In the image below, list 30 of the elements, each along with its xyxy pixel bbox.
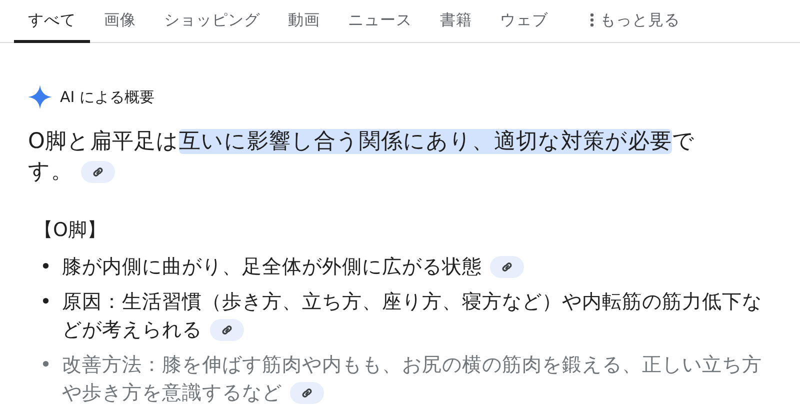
link-button[interactable] xyxy=(490,256,524,278)
link-icon xyxy=(500,260,514,274)
tab[interactable]: もっと見る xyxy=(576,0,694,43)
bullet-text: 膝が内側に曲がり、足全体が外側に広がる状態 xyxy=(62,254,482,280)
tab[interactable]: 書籍 xyxy=(426,0,486,43)
tab[interactable]: 動画 xyxy=(274,0,334,43)
tab[interactable]: 画像 xyxy=(90,0,150,43)
bullet-marker: • xyxy=(40,289,48,315)
link-button[interactable] xyxy=(210,319,244,341)
link-icon xyxy=(91,165,105,179)
bullet-marker: • xyxy=(40,254,48,280)
bullet-marker: • xyxy=(40,352,48,378)
link-button[interactable] xyxy=(290,382,324,404)
tab[interactable]: ショッピング xyxy=(150,0,274,43)
tab[interactable]: すべて xyxy=(14,0,90,43)
tab[interactable]: ウェブ xyxy=(486,0,562,43)
link-icon xyxy=(300,386,314,400)
tab[interactable]: ニュース xyxy=(334,0,426,43)
link-button[interactable] xyxy=(81,161,115,183)
summary-text: O脚と扁平足は互いに影響し合う関係にあり、適切な対策が必要で xyxy=(28,128,695,156)
bullet-text: どが考えられる xyxy=(62,317,202,343)
more-icon xyxy=(590,13,594,27)
bullet-text: や歩き方を意識するなど xyxy=(62,380,282,406)
link-icon xyxy=(220,323,234,337)
bullet-text: 原因：生活習慣（歩き方、立ち方、座り方、寝方など）や内転筋の筋力低下な xyxy=(62,289,762,315)
section-title: AI による概要 xyxy=(60,88,154,106)
subheading: 【O脚】 xyxy=(34,218,107,243)
bullet-text: 改善方法：膝を伸ばす筋肉や内もも、お尻の横の筋肉を鍛える、正しい立ち方 xyxy=(62,352,762,378)
summary-text: す。 xyxy=(28,158,73,186)
sparkle-icon xyxy=(28,85,52,109)
